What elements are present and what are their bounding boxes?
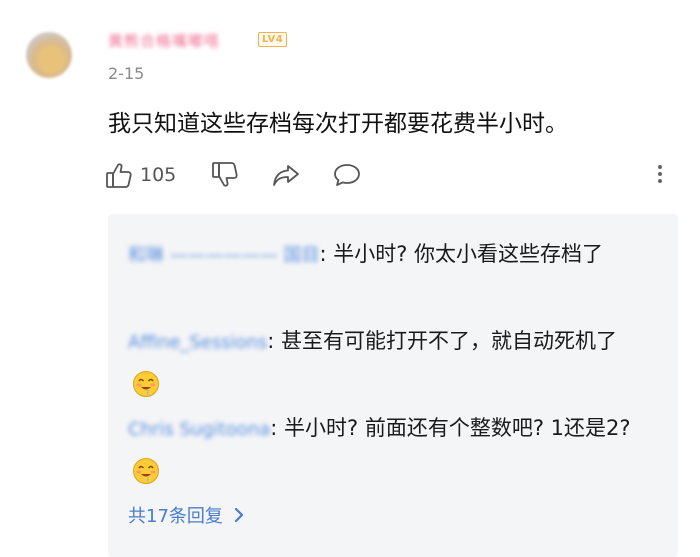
comment-icon: [334, 164, 360, 186]
reply-item[interactable]: Affine_Sessions: 甚至有可能打开不了，就自动死机了: [128, 320, 648, 406]
share-icon: [273, 165, 299, 186]
more-vertical-icon: [658, 165, 662, 169]
reply-separator: :: [267, 329, 282, 353]
replies-panel: 和琳 —————— 国目: 半小时? 你太小看这些存档了 Affine_Sess…: [108, 214, 678, 557]
user-avatar[interactable]: [26, 32, 72, 78]
like-button[interactable]: 105: [104, 158, 176, 192]
thumbs-up-icon: [106, 163, 132, 188]
view-all-replies-link[interactable]: 共17条回复: [128, 502, 245, 528]
reply-author[interactable]: Chris Sugitoona: [128, 419, 270, 440]
comment-text: 我只知道这些存档每次打开都要花费半小时。: [108, 111, 568, 137]
reply-text: 半小时? 你太小看这些存档了: [333, 242, 604, 266]
reply-text: 半小时? 前面还有个整数吧? 1还是2?: [284, 416, 631, 440]
drooling-face-emoji: [133, 458, 159, 484]
view-all-replies-label: 共17条回复: [128, 506, 223, 527]
thumbs-down-icon: [212, 162, 238, 187]
reply-separator: :: [270, 416, 285, 440]
reply-item[interactable]: 和琳 —————— 国目: 半小时? 你太小看这些存档了: [128, 233, 648, 277]
level-badge: LV4: [258, 32, 288, 47]
reply-item[interactable]: Chris Sugitoona: 半小时? 前面还有个整数吧? 1还是2?: [128, 407, 648, 493]
drooling-face-emoji: [133, 371, 159, 397]
reply-author[interactable]: Affine_Sessions: [128, 332, 267, 353]
dislike-button[interactable]: [210, 158, 240, 192]
more-vertical-icon-dot: [658, 179, 662, 183]
comment-button[interactable]: [332, 158, 362, 192]
comment-date: 2-15: [108, 64, 145, 83]
username[interactable]: 黄熊合格嘴嘟嗒: [108, 30, 248, 50]
more-options-button[interactable]: [650, 162, 670, 188]
more-vertical-icon-dot: [658, 172, 662, 176]
reply-text: 甚至有可能打开不了，就自动死机了: [281, 329, 618, 353]
reply-author[interactable]: 和琳 —————— 国目: [128, 245, 319, 266]
like-count: 105: [140, 164, 177, 186]
chevron-right-icon: [234, 507, 244, 523]
reply-separator: :: [319, 242, 334, 266]
share-button[interactable]: [270, 158, 302, 192]
